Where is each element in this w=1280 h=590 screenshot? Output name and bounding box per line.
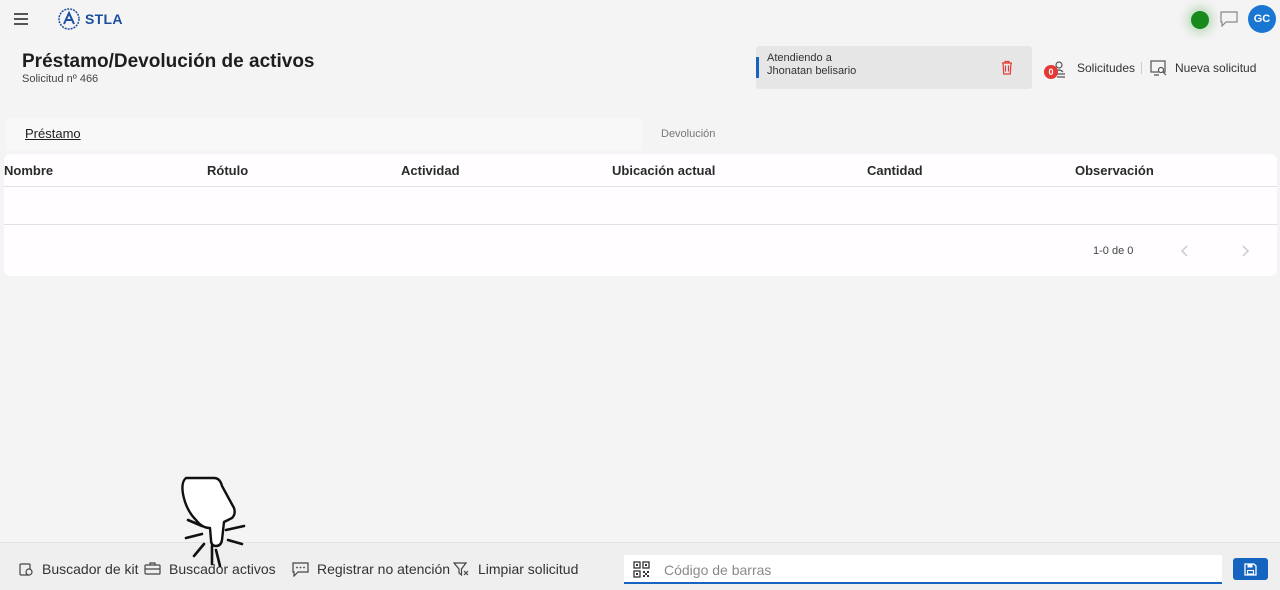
column-header-nombre[interactable]: Nombre bbox=[4, 163, 53, 178]
barcode-input[interactable] bbox=[664, 560, 1204, 580]
kit-icon bbox=[19, 563, 33, 576]
tab-devolucion[interactable]: Devolución bbox=[661, 128, 715, 140]
next-page-button[interactable] bbox=[1239, 243, 1251, 259]
divider bbox=[1141, 62, 1142, 74]
chat-icon[interactable] bbox=[1220, 11, 1238, 28]
briefcase-icon bbox=[144, 562, 161, 575]
register-no-attention-label: Registrar no atención bbox=[317, 561, 451, 577]
table-header-divider bbox=[4, 186, 1277, 187]
page-title: Préstamo/Devolución de activos bbox=[22, 51, 315, 72]
column-header-ubicacion[interactable]: Ubicación actual bbox=[612, 163, 715, 178]
logo-icon bbox=[58, 8, 80, 30]
new-request-icon[interactable] bbox=[1150, 60, 1168, 76]
clear-request-label: Limpiar solicitud bbox=[478, 561, 579, 577]
attending-accent-bar bbox=[756, 57, 759, 78]
kit-search-label: Buscador de kit bbox=[42, 561, 139, 577]
clear-request-button[interactable]: Limpiar solicitud bbox=[453, 561, 578, 577]
online-status-indicator bbox=[1191, 11, 1209, 29]
requests-link[interactable]: Solicitudes bbox=[1077, 61, 1135, 75]
new-request-button[interactable]: Nueva solicitud bbox=[1175, 61, 1256, 75]
comment-icon bbox=[292, 562, 309, 577]
qr-icon bbox=[633, 561, 650, 578]
register-no-attention-button[interactable]: Registrar no atención bbox=[292, 561, 450, 577]
pagination-range: 1-0 de 0 bbox=[1093, 245, 1134, 257]
column-header-actividad[interactable]: Actividad bbox=[401, 163, 460, 178]
attending-label: Atendiendo a bbox=[767, 52, 832, 64]
request-number: Solicitud nº 466 bbox=[22, 73, 99, 85]
pointer-hand-icon bbox=[176, 474, 248, 574]
user-avatar[interactable]: GC bbox=[1248, 5, 1276, 33]
kit-search-button[interactable]: Buscador de kit bbox=[18, 561, 139, 577]
requests-count-badge: 0 bbox=[1044, 65, 1058, 79]
menu-icon[interactable] bbox=[14, 13, 28, 25]
column-header-cantidad[interactable]: Cantidad bbox=[867, 163, 923, 178]
filter-clear-icon bbox=[453, 562, 469, 577]
tab-prestamo[interactable]: Préstamo bbox=[25, 126, 81, 141]
trash-icon[interactable] bbox=[1000, 60, 1014, 75]
save-button[interactable] bbox=[1233, 558, 1268, 580]
column-header-rotulo[interactable]: Rótulo bbox=[207, 163, 248, 178]
attending-name: Jhonatan belisario bbox=[767, 65, 857, 77]
save-icon bbox=[1244, 562, 1257, 576]
table-footer-divider bbox=[4, 224, 1277, 225]
tab-prestamo-background bbox=[6, 118, 642, 150]
brand-name: STLA bbox=[85, 11, 123, 27]
previous-page-button[interactable] bbox=[1179, 243, 1191, 259]
column-header-observacion[interactable]: Observación bbox=[1075, 163, 1154, 178]
